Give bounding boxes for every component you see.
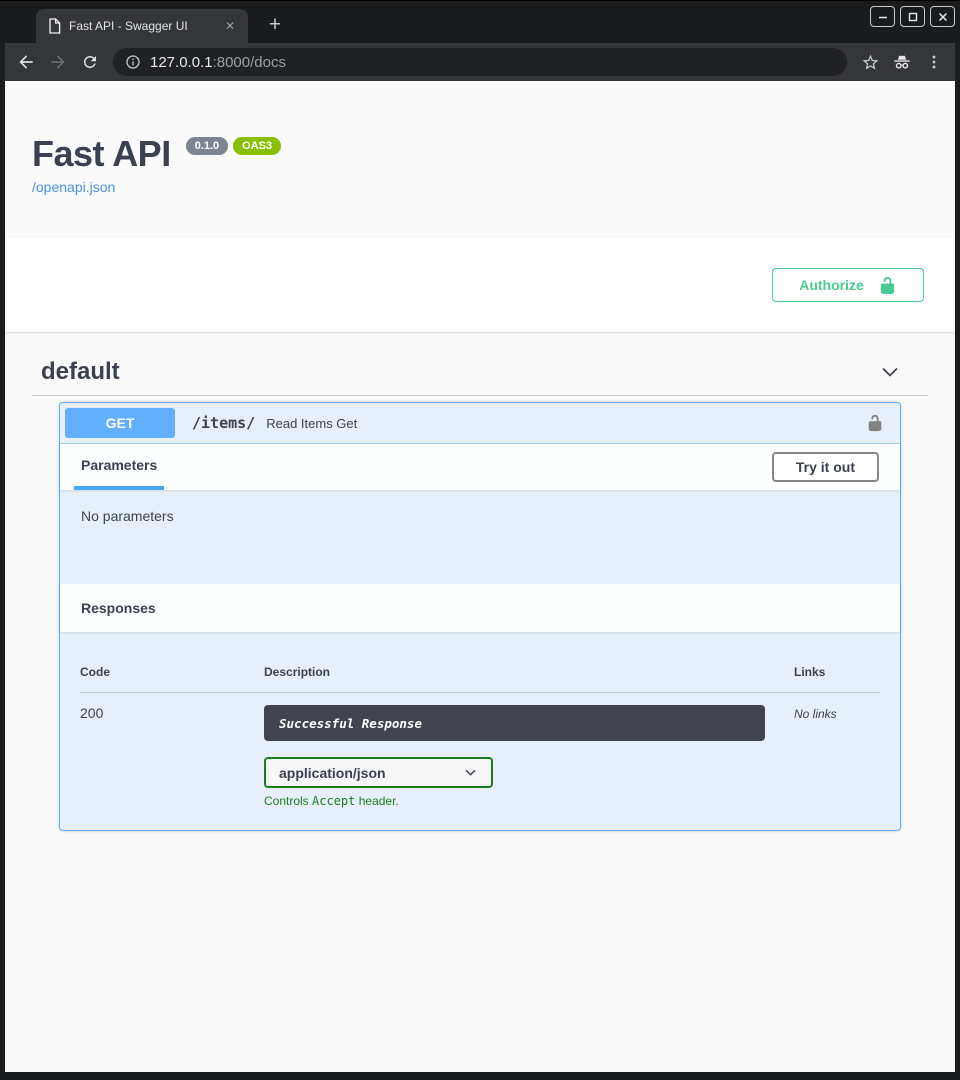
oas3-badge: OAS3	[233, 137, 281, 155]
maximize-icon	[907, 11, 919, 23]
accept-header-note: Controls Accept header.	[264, 794, 794, 808]
response-code: 200	[80, 705, 103, 721]
unlock-icon	[878, 276, 897, 295]
tag-name: default	[41, 358, 880, 386]
responses-table: Code Description Links 200 Successful Re…	[80, 665, 880, 808]
api-info-section: Fast API 0.1.0 OAS3 /openapi.json	[5, 81, 955, 195]
responses-title: Responses	[81, 600, 156, 616]
maximize-button[interactable]	[900, 6, 925, 27]
operation-summary[interactable]: GET /items/ Read Items Get	[60, 403, 900, 444]
response-description-box: Successful Response	[264, 705, 765, 741]
response-description-cell: Successful Response application/json Con…	[264, 693, 794, 808]
tab-close-icon[interactable]: ✕	[221, 17, 239, 35]
no-links-text: No links	[794, 707, 837, 721]
accept-note-code: Accept	[312, 794, 355, 808]
document-icon	[48, 18, 61, 34]
http-method-badge: GET	[65, 408, 175, 438]
parameters-body: No parameters	[60, 490, 900, 584]
minimize-button[interactable]	[870, 6, 895, 27]
no-parameters-text: No parameters	[81, 508, 174, 524]
back-arrow-icon	[16, 52, 36, 72]
tab-strip: Fast API - Swagger UI ✕ +	[5, 1, 955, 43]
operation-auth-button[interactable]	[866, 414, 884, 432]
url-text[interactable]: 127.0.0.1:8000/docs	[150, 54, 286, 71]
responses-body: Code Description Links 200 Successful Re…	[60, 632, 900, 830]
close-icon	[937, 11, 949, 23]
bookmark-button[interactable]	[855, 47, 885, 77]
lock-icon	[866, 414, 884, 432]
openapi-spec-link[interactable]: /openapi.json	[32, 179, 115, 195]
kebab-menu-icon	[925, 53, 943, 71]
info-icon[interactable]	[125, 54, 141, 70]
version-badge: 0.1.0	[186, 137, 228, 155]
tab-parameters[interactable]: Parameters	[74, 444, 164, 490]
minimize-icon	[877, 11, 889, 23]
browser-tab[interactable]: Fast API - Swagger UI ✕	[36, 9, 248, 43]
title-badges: 0.1.0 OAS3	[186, 137, 281, 155]
url-host: 127.0.0.1	[150, 54, 213, 71]
operation-path: /items/	[192, 414, 255, 432]
swagger-page: Fast API 0.1.0 OAS3 /openapi.json Author…	[5, 81, 955, 1072]
column-header-description: Description	[264, 665, 794, 693]
try-it-out-button[interactable]: Try it out	[772, 452, 879, 482]
responses-section-header: Responses	[60, 584, 900, 632]
response-links-cell: No links	[794, 693, 880, 808]
close-button[interactable]	[930, 6, 955, 27]
back-button[interactable]	[11, 47, 41, 77]
authorize-button-label: Authorize	[799, 277, 864, 293]
browser-menu-button[interactable]	[919, 47, 949, 77]
parameters-tab-label: Parameters	[81, 457, 157, 473]
authorize-button[interactable]: Authorize	[772, 268, 924, 302]
page-title: Fast API	[32, 134, 171, 174]
forward-arrow-icon	[48, 52, 68, 72]
star-icon	[861, 53, 880, 72]
accept-note-prefix: Controls	[264, 794, 312, 808]
column-header-code: Code	[80, 665, 264, 693]
reload-icon	[81, 53, 99, 71]
browser-window: Fast API - Swagger UI ✕ + 1	[0, 0, 960, 1080]
scheme-container: Authorize	[5, 238, 955, 332]
tag-header[interactable]: default	[32, 358, 928, 396]
forward-button[interactable]	[43, 47, 73, 77]
url-path: :8000/docs	[213, 54, 286, 71]
operation-block-get-items: GET /items/ Read Items Get Parameters Tr…	[59, 402, 901, 831]
tag-section: default GET /items/ Read Items Get Param…	[5, 358, 955, 831]
column-header-links: Links	[794, 665, 880, 693]
parameters-section-header: Parameters Try it out	[60, 444, 900, 490]
response-description-text: Successful Response	[279, 716, 422, 731]
new-tab-button[interactable]: +	[261, 11, 289, 39]
media-type-select[interactable]: application/json	[264, 757, 493, 788]
browser-toolbar: 127.0.0.1:8000/docs	[5, 43, 955, 81]
address-bar[interactable]: 127.0.0.1:8000/docs	[113, 48, 847, 76]
operation-summary-text: Read Items Get	[266, 416, 866, 431]
chevron-down-icon[interactable]	[880, 362, 900, 382]
select-chevron-icon	[463, 765, 478, 780]
tab-title: Fast API - Swagger UI	[69, 19, 213, 33]
window-controls	[870, 6, 955, 27]
incognito-indicator	[887, 47, 917, 77]
incognito-icon	[892, 52, 912, 72]
media-type-value: application/json	[279, 765, 463, 781]
accept-note-suffix: header.	[355, 794, 398, 808]
response-code-cell: 200	[80, 693, 264, 808]
reload-button[interactable]	[75, 47, 105, 77]
